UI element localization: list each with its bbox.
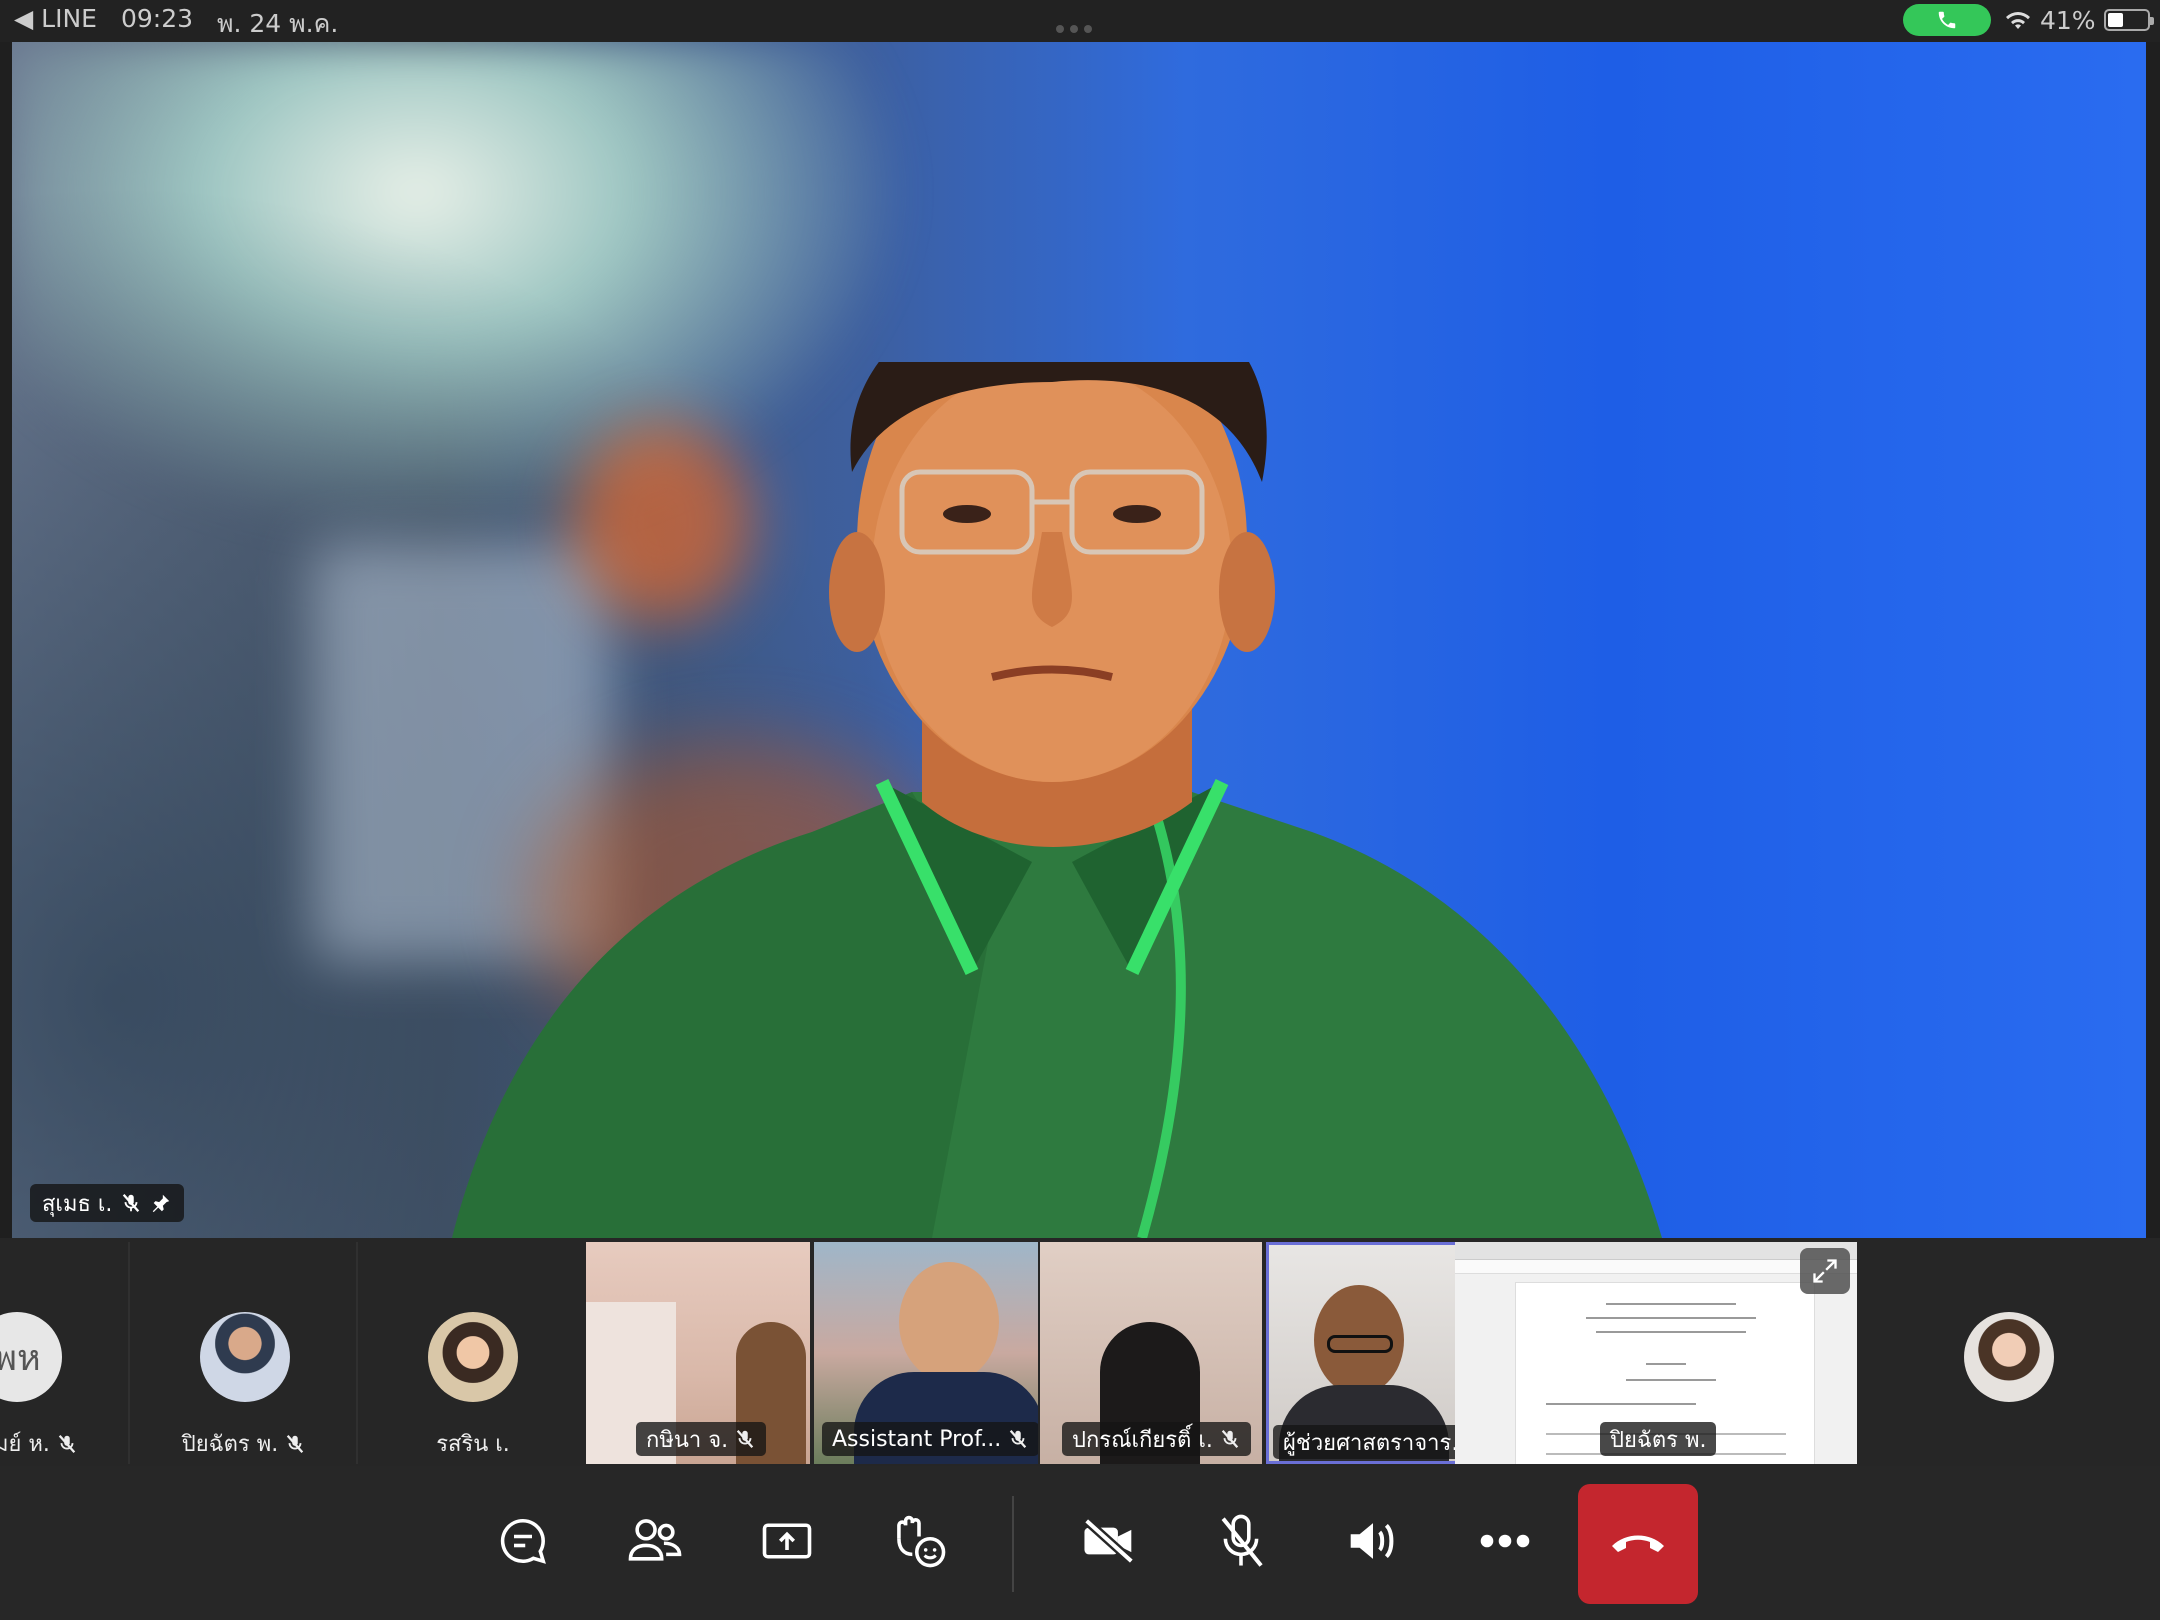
- wifi-icon: [2006, 12, 2030, 29]
- status-date: พ. 24 พ.ค.: [217, 9, 339, 38]
- participant-name: มย์ ห.: [0, 1432, 50, 1457]
- video-name-tag: Assistant Prof...: [822, 1422, 1038, 1456]
- video-tile[interactable]: กษินา จ.: [586, 1242, 810, 1464]
- avatar-initials: พห: [0, 1337, 41, 1379]
- mic-off-icon: [58, 1434, 76, 1453]
- avatar: [1964, 1312, 2054, 1402]
- expand-icon: [1813, 1259, 1837, 1283]
- mic-off-icon: [287, 1434, 304, 1453]
- video-tile[interactable]: ปกรณ์เกียรติ์ เ.: [1040, 1242, 1262, 1464]
- video-name-tag: ปกรณ์เกียรติ์ เ.: [1062, 1422, 1251, 1456]
- main-speaker-name-tag: สุเมธ เ.: [30, 1184, 185, 1222]
- video-tile-active-speaker[interactable]: ผู้ช่วยศาสตราจาร...: [1266, 1242, 1458, 1464]
- mic-off-icon: [1221, 1514, 1263, 1567]
- camera-toggle-button[interactable]: [1074, 1506, 1144, 1576]
- mic-off-icon: [123, 1193, 140, 1213]
- meeting-toolbar: [0, 1466, 2160, 1620]
- battery-percent: 41%: [2040, 5, 2096, 35]
- share-screen-button[interactable]: [752, 1506, 822, 1576]
- mic-off-icon: [1010, 1429, 1027, 1449]
- phone-icon: [1938, 11, 1956, 29]
- chat-icon: [500, 1518, 546, 1564]
- participants-button[interactable]: [620, 1506, 690, 1576]
- reactions-button[interactable]: [884, 1506, 954, 1576]
- participant-tile[interactable]: รสริน เ.: [360, 1242, 586, 1464]
- video-participant-name: ปกรณ์เกียรติ์ เ.: [1072, 1427, 1213, 1453]
- pin-icon: [153, 1194, 170, 1213]
- camera-off-icon: [1083, 1517, 1135, 1565]
- end-call-icon: [1612, 1535, 1664, 1552]
- chat-button[interactable]: [488, 1506, 558, 1576]
- speaker-icon: [1350, 1523, 1394, 1559]
- status-right: 41%: [2004, 4, 2154, 36]
- share-participant-name: ปิยฉัตร พ.: [1610, 1427, 1707, 1453]
- participant-name-row: รสริน เ.: [360, 1426, 586, 1461]
- participant-name-row: ปิยฉัตร พ.: [132, 1426, 356, 1461]
- video-participant-name: Assistant Prof...: [832, 1426, 1002, 1452]
- status-time: 09:23: [120, 4, 194, 33]
- main-speaker-name: สุเมธ เ.: [42, 1191, 113, 1217]
- battery-fill: [2107, 13, 2124, 27]
- share-screen-icon: [762, 1523, 812, 1559]
- expand-share-button[interactable]: [1800, 1248, 1850, 1294]
- video-tile[interactable]: Assistant Prof...: [814, 1242, 1038, 1464]
- people-icon: [628, 1519, 682, 1561]
- status-bar: ◀ LINE 09:23 พ. 24 พ.ค. 41%: [0, 0, 2160, 42]
- avatar: [200, 1312, 290, 1402]
- video-name-tag: กษินา จ.: [636, 1422, 767, 1456]
- status-left: ◀ LINE 09:23 พ. 24 พ.ค.: [14, 4, 338, 44]
- participant-name: ปิยฉัตร พ.: [181, 1432, 279, 1457]
- avatar: [428, 1312, 518, 1402]
- active-call-pill[interactable]: [1903, 4, 1991, 36]
- mic-off-icon: [1221, 1429, 1239, 1449]
- reactions-icon: [897, 1515, 946, 1568]
- leave-call-button[interactable]: [1578, 1484, 1698, 1604]
- video-participant-name: ผู้ช่วยศาสตราจาร...: [1283, 1430, 1458, 1456]
- more-icon: [1480, 1534, 1530, 1548]
- participant-tile[interactable]: ปิยฉัตร พ.: [132, 1242, 358, 1464]
- battery-icon: [2103, 9, 2154, 31]
- share-name-tag: ปิยฉัตร พ.: [1600, 1422, 1717, 1456]
- participant-tile[interactable]: [1860, 1242, 2160, 1464]
- speaker-figure: [452, 362, 1662, 1238]
- more-options-button[interactable]: [1470, 1506, 1540, 1576]
- toolbar-divider: [1012, 1496, 1014, 1592]
- speaker-button[interactable]: [1338, 1506, 1408, 1576]
- mic-off-icon: [736, 1429, 754, 1449]
- screen-share-tile[interactable]: ปิยฉัตร พ.: [1455, 1242, 1857, 1464]
- back-to-app-link[interactable]: ◀ LINE: [14, 4, 97, 44]
- mic-toggle-button[interactable]: [1206, 1506, 1276, 1576]
- participant-name: รสริน เ.: [436, 1432, 510, 1457]
- participant-tile[interactable]: พห มย์ ห.: [0, 1242, 130, 1464]
- video-participant-name: กษินา จ.: [646, 1427, 729, 1453]
- avatar: พห: [0, 1312, 62, 1402]
- participant-name-row: มย์ ห.: [0, 1426, 128, 1461]
- main-speaker-video[interactable]: สุเมธ เ.: [12, 42, 2146, 1238]
- video-name-tag: ผู้ช่วยศาสตราจาร...: [1273, 1425, 1458, 1459]
- multitasking-dots[interactable]: [1056, 18, 1104, 33]
